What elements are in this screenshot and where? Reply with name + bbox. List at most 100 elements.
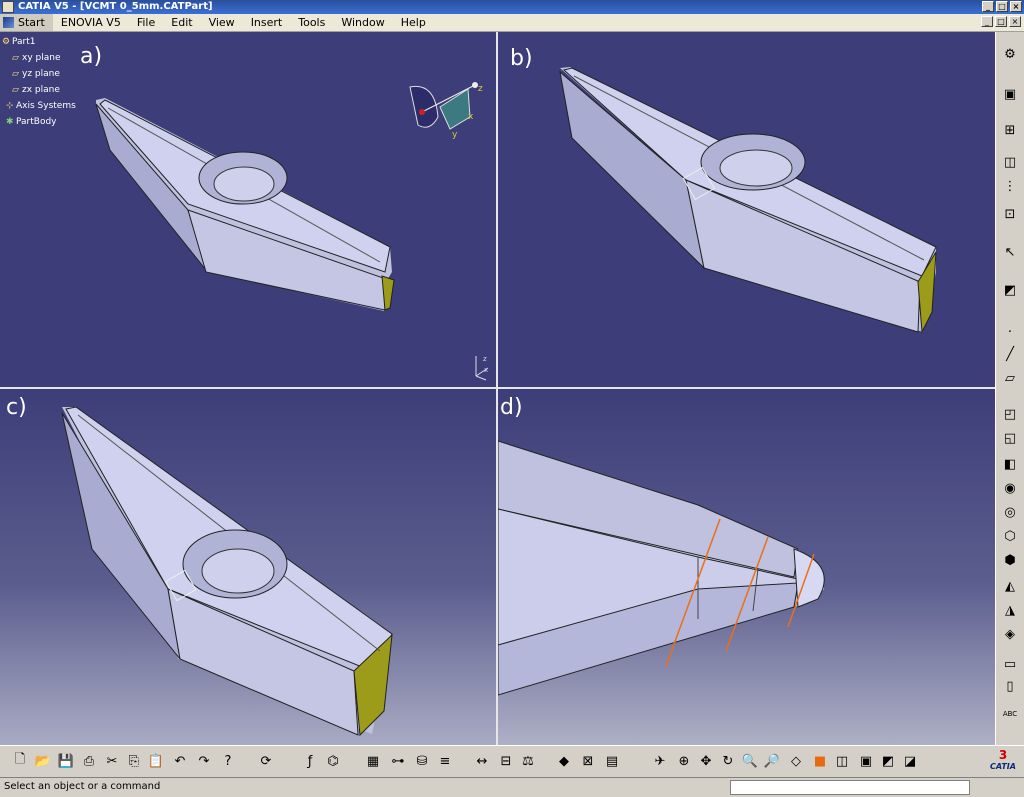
bottom-toolbar: 🗋 📂 💾 ⎙ ✂ ⎘ 📋 ↶ ↷ ? ⟳ ƒ ⌬ ▦ ⊶ ⛁ ≡ ↔ ⊟ ⚖ … xyxy=(0,745,1024,777)
catia-logo: 3 CATIA xyxy=(990,748,1016,771)
insert-model-b[interactable] xyxy=(498,32,995,387)
formula-icon[interactable]: ƒ xyxy=(300,751,320,771)
doc-close-button[interactable]: × xyxy=(1009,16,1021,27)
iso-view-icon[interactable]: ◫ xyxy=(832,751,852,771)
apply-material-icon[interactable]: ◈ xyxy=(1000,624,1020,644)
measure-item-icon[interactable]: ⊟ xyxy=(496,751,516,771)
shell-icon[interactable]: ◉ xyxy=(1000,478,1020,498)
knowledge-icon[interactable]: ⌬ xyxy=(323,751,343,771)
insert-model-c[interactable] xyxy=(0,389,496,745)
line-icon[interactable]: ╱ xyxy=(1000,344,1020,364)
mass-icon[interactable]: ⚖ xyxy=(518,751,538,771)
normal-view-icon[interactable]: ◇ xyxy=(786,751,806,771)
multi-view-icon[interactable]: ■ xyxy=(810,751,830,771)
thickness-icon[interactable]: ◎ xyxy=(1000,502,1020,522)
new-icon[interactable]: 🗋 xyxy=(10,751,30,771)
viewport-divider-vertical[interactable] xyxy=(496,32,498,745)
3d-viewport[interactable]: ⚙ Part1 ▱ xy plane ▱ yz plane ▱ zx plane ⊹ Ax… xyxy=(0,32,995,745)
paste-icon[interactable]: 📋 xyxy=(146,751,166,771)
catalog-icon[interactable]: ⛁ xyxy=(412,751,432,771)
pattern-icon[interactable]: ⋮ xyxy=(1000,176,1020,196)
viewport-pane-b[interactable]: b) xyxy=(498,32,995,387)
menu-insert[interactable]: Insert xyxy=(243,14,291,31)
open-icon[interactable]: 📂 xyxy=(33,751,53,771)
update-icon[interactable]: ⟳ xyxy=(256,751,276,771)
rotate-icon[interactable]: ↻ xyxy=(718,751,738,771)
menu-bar: Start ENOVIA V5 File Edit View Insert To… xyxy=(0,14,1024,32)
menu-start[interactable]: Start xyxy=(0,14,53,31)
doc-restore-button[interactable]: □ xyxy=(995,16,1007,27)
hide-show-icon[interactable]: ◩ xyxy=(878,751,898,771)
title-bar: CATIA V5 - [VCMT 0_5mm.CATPart] _ □ × xyxy=(0,0,1024,14)
menu-help[interactable]: Help xyxy=(393,14,434,31)
zoom-in-icon[interactable]: 🔍 xyxy=(740,751,760,771)
spec-icon[interactable]: ≡ xyxy=(435,751,455,771)
close-button[interactable]: × xyxy=(1010,1,1022,12)
window-title: CATIA V5 - [VCMT 0_5mm.CATPart] xyxy=(18,1,213,12)
svg-text:x: x xyxy=(484,366,488,374)
viewport-pane-a[interactable]: ⚙ Part1 ▱ xy plane ▱ yz plane ▱ zx plane ⊹ Ax… xyxy=(0,32,496,387)
measure-icon[interactable]: ▭ xyxy=(1000,654,1020,674)
compass-z-label: z xyxy=(478,84,483,94)
hole-icon[interactable]: ◫ xyxy=(1000,152,1020,172)
right-toolbar: ⚙ ▣ ⊞ ◫ ⋮ ⊡ ↖ ◩ · ╱ ▱ ◰ ◱ ◧ ◉ ◎ ⬡ ⬢ ◭ ◮ … xyxy=(995,32,1024,745)
transform-icon[interactable]: ⊡ xyxy=(1000,204,1020,224)
swap-space-icon[interactable]: ◪ xyxy=(900,751,920,771)
fillet-icon[interactable]: ◰ xyxy=(1000,404,1020,424)
catia-app-icon[interactable] xyxy=(2,1,14,13)
minimize-button[interactable]: _ xyxy=(982,1,994,12)
boolean-icon[interactable]: ⬢ xyxy=(1000,550,1020,570)
doc-minimize-button[interactable]: _ xyxy=(981,16,993,27)
menu-tools[interactable]: Tools xyxy=(290,14,333,31)
fly-icon[interactable]: ✈ xyxy=(650,751,670,771)
axis-triad-icon: zx xyxy=(475,355,489,381)
viewport-pane-d[interactable]: d) xyxy=(498,389,995,745)
annotation-icon[interactable]: ABC xyxy=(1000,704,1020,724)
table-icon[interactable]: ▦ xyxy=(363,751,383,771)
display-icon[interactable]: ▤ xyxy=(602,751,622,771)
select-arrow-icon[interactable]: ↖ xyxy=(1000,242,1020,262)
pocket-icon[interactable]: ⊞ xyxy=(1000,120,1020,140)
pad-icon[interactable]: ▣ xyxy=(1000,84,1020,104)
compass-y-label: y xyxy=(452,130,458,140)
menu-window[interactable]: Window xyxy=(333,14,392,31)
draft-icon[interactable]: ◧ xyxy=(1000,454,1020,474)
save-icon[interactable]: 💾 xyxy=(56,751,76,771)
whats-this-icon[interactable]: ? xyxy=(218,751,238,771)
print-icon[interactable]: ⎙ xyxy=(79,751,99,771)
menu-enovia[interactable]: ENOVIA V5 xyxy=(53,14,129,31)
analysis-icon[interactable]: ▯ xyxy=(1000,676,1020,696)
maximize-button[interactable]: □ xyxy=(996,1,1008,12)
plane-tool-icon[interactable]: ▱ xyxy=(1000,368,1020,388)
redo-icon[interactable]: ↷ xyxy=(194,751,214,771)
mirror-icon[interactable]: ◭ xyxy=(1000,576,1020,596)
sketcher-icon[interactable]: ◩ xyxy=(1000,280,1020,300)
fit-all-icon[interactable]: ⊕ xyxy=(674,751,694,771)
chamfer-icon[interactable]: ◱ xyxy=(1000,428,1020,448)
tree-icon[interactable]: ⊶ xyxy=(388,751,408,771)
point-icon[interactable]: · xyxy=(1000,322,1020,342)
apply-material-tool-icon[interactable]: ◆ xyxy=(554,751,574,771)
zoom-out-icon[interactable]: 🔎 xyxy=(762,751,782,771)
copy-icon[interactable]: ⎘ xyxy=(124,751,144,771)
command-input[interactable] xyxy=(730,780,970,795)
compass-icon[interactable]: z x y xyxy=(400,77,490,147)
compass-x-label: x xyxy=(468,112,474,122)
constraints-icon[interactable]: ⊠ xyxy=(578,751,598,771)
menu-file[interactable]: File xyxy=(129,14,163,31)
undo-icon[interactable]: ↶ xyxy=(170,751,190,771)
shading-icon[interactable]: ▣ xyxy=(856,751,876,771)
measure-between-icon[interactable]: ↔ xyxy=(472,751,492,771)
sketch-tools-icon[interactable]: ⚙ xyxy=(1000,44,1020,64)
status-bar: Select an object or a command xyxy=(0,777,1024,797)
insert-detail-d[interactable] xyxy=(498,389,995,745)
viewport-pane-c[interactable]: c) xyxy=(0,389,496,745)
cut-icon[interactable]: ✂ xyxy=(102,751,122,771)
status-message: Select an object or a command xyxy=(4,781,161,792)
pan-icon[interactable]: ✥ xyxy=(696,751,716,771)
surface-icon[interactable]: ◮ xyxy=(1000,600,1020,620)
start-logo-icon xyxy=(3,17,14,28)
menu-edit[interactable]: Edit xyxy=(163,14,200,31)
menu-view[interactable]: View xyxy=(201,14,243,31)
split-icon[interactable]: ⬡ xyxy=(1000,526,1020,546)
